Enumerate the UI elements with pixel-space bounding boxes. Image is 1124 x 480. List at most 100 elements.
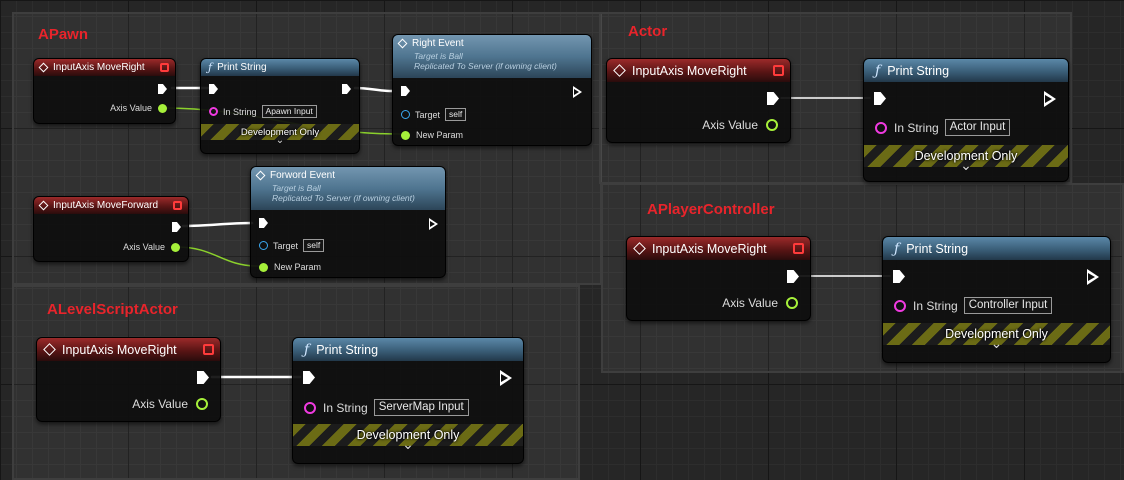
node-header[interactable]: ƒ Print String: [293, 338, 523, 361]
node-header[interactable]: InputAxis MoveRight: [627, 237, 810, 260]
event-diamond-icon: [38, 62, 49, 73]
print-string-node[interactable]: ƒ Print String In String ServerMap Input…: [292, 337, 524, 464]
target-input[interactable]: self: [303, 239, 325, 252]
node-title: Print String: [906, 241, 969, 256]
float-pin-icon[interactable]: [786, 297, 798, 309]
event-diamond-icon: [633, 242, 646, 255]
axis-value-row: Axis Value: [702, 118, 778, 132]
function-icon: ƒ: [875, 62, 881, 79]
exec-in-pin-icon[interactable]: [893, 270, 905, 283]
expand-chevron-icon[interactable]: ⌄: [883, 336, 1110, 352]
axis-value-label: Axis Value: [123, 242, 165, 252]
node-header[interactable]: ƒ Print String: [864, 59, 1068, 82]
exec-out-pin-icon[interactable]: [767, 92, 779, 105]
new-param-label: New Param: [416, 130, 464, 140]
node-header[interactable]: ƒ Print String: [883, 237, 1110, 260]
axis-value-row: Axis Value: [110, 103, 167, 113]
exec-in-pin-icon[interactable]: [259, 218, 268, 228]
input-axis-moveright-node[interactable]: InputAxis MoveRight Axis Value: [33, 58, 176, 124]
new-param-row: New Param: [259, 262, 321, 272]
node-title: Print String: [316, 342, 379, 357]
string-pin-icon[interactable]: [304, 401, 316, 414]
event-diamond-icon: [38, 200, 49, 211]
delegate-pin-icon[interactable]: [203, 343, 214, 355]
exec-out-pin-inner: [1045, 95, 1052, 103]
target-input[interactable]: self: [445, 108, 467, 121]
in-string-input[interactable]: Apawn Input: [261, 105, 317, 118]
exec-out-pin-icon[interactable]: [787, 270, 799, 283]
exec-out-pin-icon[interactable]: [158, 84, 167, 94]
node-header[interactable]: Right Event Target is Ball Replicated To…: [393, 35, 591, 78]
expand-chevron-icon[interactable]: ⌄: [293, 437, 523, 453]
node-header[interactable]: InputAxis MoveRight: [37, 338, 220, 361]
in-string-input[interactable]: Controller Input: [963, 297, 1053, 314]
comment-title: APlayerController: [647, 201, 775, 218]
node-header[interactable]: InputAxis MoveRight: [607, 59, 790, 82]
delegate-pin-icon[interactable]: [773, 64, 784, 76]
in-string-row: In String Apawn Input: [209, 105, 317, 118]
float-pin-icon[interactable]: [196, 398, 208, 410]
object-pin-icon[interactable]: [401, 110, 410, 119]
print-string-node[interactable]: ƒ Print String In String Actor Input Dev…: [863, 58, 1069, 182]
right-event-node[interactable]: Right Event Target is Ball Replicated To…: [392, 34, 592, 146]
node-title: InputAxis MoveRight: [62, 342, 177, 357]
blueprint-graph[interactable]: APawn Actor APlayerController ALevelScri…: [0, 0, 1124, 480]
exec-out-pin-inner: [1088, 273, 1095, 281]
in-string-input[interactable]: ServerMap Input: [373, 399, 469, 416]
in-string-label: In String: [223, 106, 257, 117]
input-axis-moveright-node[interactable]: InputAxis MoveRight Axis Value: [626, 236, 811, 321]
axis-value-row: Axis Value: [123, 242, 180, 252]
node-title: Print String: [217, 62, 267, 73]
exec-out-pin-icon[interactable]: [342, 84, 351, 94]
node-title: InputAxis MoveRight: [53, 62, 145, 73]
string-pin-icon[interactable]: [894, 299, 906, 312]
float-pin-icon[interactable]: [401, 130, 410, 140]
string-pin-icon[interactable]: [875, 121, 887, 134]
float-pin-icon[interactable]: [158, 103, 167, 113]
in-string-input[interactable]: Actor Input: [944, 119, 1011, 136]
object-pin-icon[interactable]: [259, 241, 268, 250]
node-header[interactable]: Forword Event Target is Ball Replicated …: [251, 167, 445, 210]
float-pin-icon[interactable]: [171, 242, 180, 252]
axis-value-label: Axis Value: [702, 118, 758, 132]
exec-in-pin-icon[interactable]: [401, 86, 410, 96]
in-string-row: In String Controller Input: [894, 297, 1053, 314]
input-axis-moveright-node[interactable]: InputAxis MoveRight Axis Value: [606, 58, 791, 143]
exec-out-pin-icon[interactable]: [172, 222, 181, 232]
event-diamond-icon: [613, 64, 626, 77]
node-title: InputAxis MoveRight: [632, 63, 747, 78]
float-pin-icon[interactable]: [259, 262, 268, 272]
node-title: Forword Event: [270, 170, 336, 181]
node-header[interactable]: ƒ Print String: [201, 59, 359, 76]
exec-out-pin-inner: [430, 221, 435, 227]
exec-out-pin-inner: [574, 89, 579, 95]
target-label: Target: [273, 240, 299, 251]
node-header[interactable]: InputAxis MoveRight: [34, 59, 175, 76]
comment-title: APawn: [38, 26, 89, 43]
exec-out-pin-icon[interactable]: [197, 371, 209, 384]
string-pin-icon[interactable]: [209, 107, 218, 116]
forword-event-node[interactable]: Forword Event Target is Ball Replicated …: [250, 166, 446, 278]
node-title: Right Event: [412, 38, 464, 49]
exec-in-pin-icon[interactable]: [209, 84, 218, 94]
node-title: InputAxis MoveRight: [652, 241, 767, 256]
expand-chevron-icon[interactable]: ⌄: [201, 135, 359, 146]
axis-value-row: Axis Value: [132, 397, 208, 411]
exec-in-pin-icon[interactable]: [303, 371, 315, 384]
in-string-row: In String ServerMap Input: [304, 399, 469, 416]
target-label: Target: [415, 109, 441, 120]
print-string-node[interactable]: ƒ Print String In String Controller Inpu…: [882, 236, 1111, 363]
float-pin-icon[interactable]: [766, 119, 778, 131]
node-title: Print String: [887, 63, 950, 78]
input-axis-moveright-node[interactable]: InputAxis MoveRight Axis Value: [36, 337, 221, 422]
print-string-node[interactable]: ƒ Print String In String Apawn Input Dev…: [200, 58, 360, 154]
delegate-pin-icon[interactable]: [160, 62, 169, 72]
target-row: Target self: [401, 108, 467, 121]
exec-out-pin-inner: [501, 374, 508, 382]
expand-chevron-icon[interactable]: ⌄: [864, 158, 1068, 174]
delegate-pin-icon[interactable]: [173, 200, 182, 210]
exec-in-pin-icon[interactable]: [874, 92, 886, 105]
delegate-pin-icon[interactable]: [793, 242, 804, 254]
node-header[interactable]: InputAxis MoveForward: [34, 197, 188, 214]
input-axis-moveforward-node[interactable]: InputAxis MoveForward Axis Value: [33, 196, 189, 262]
